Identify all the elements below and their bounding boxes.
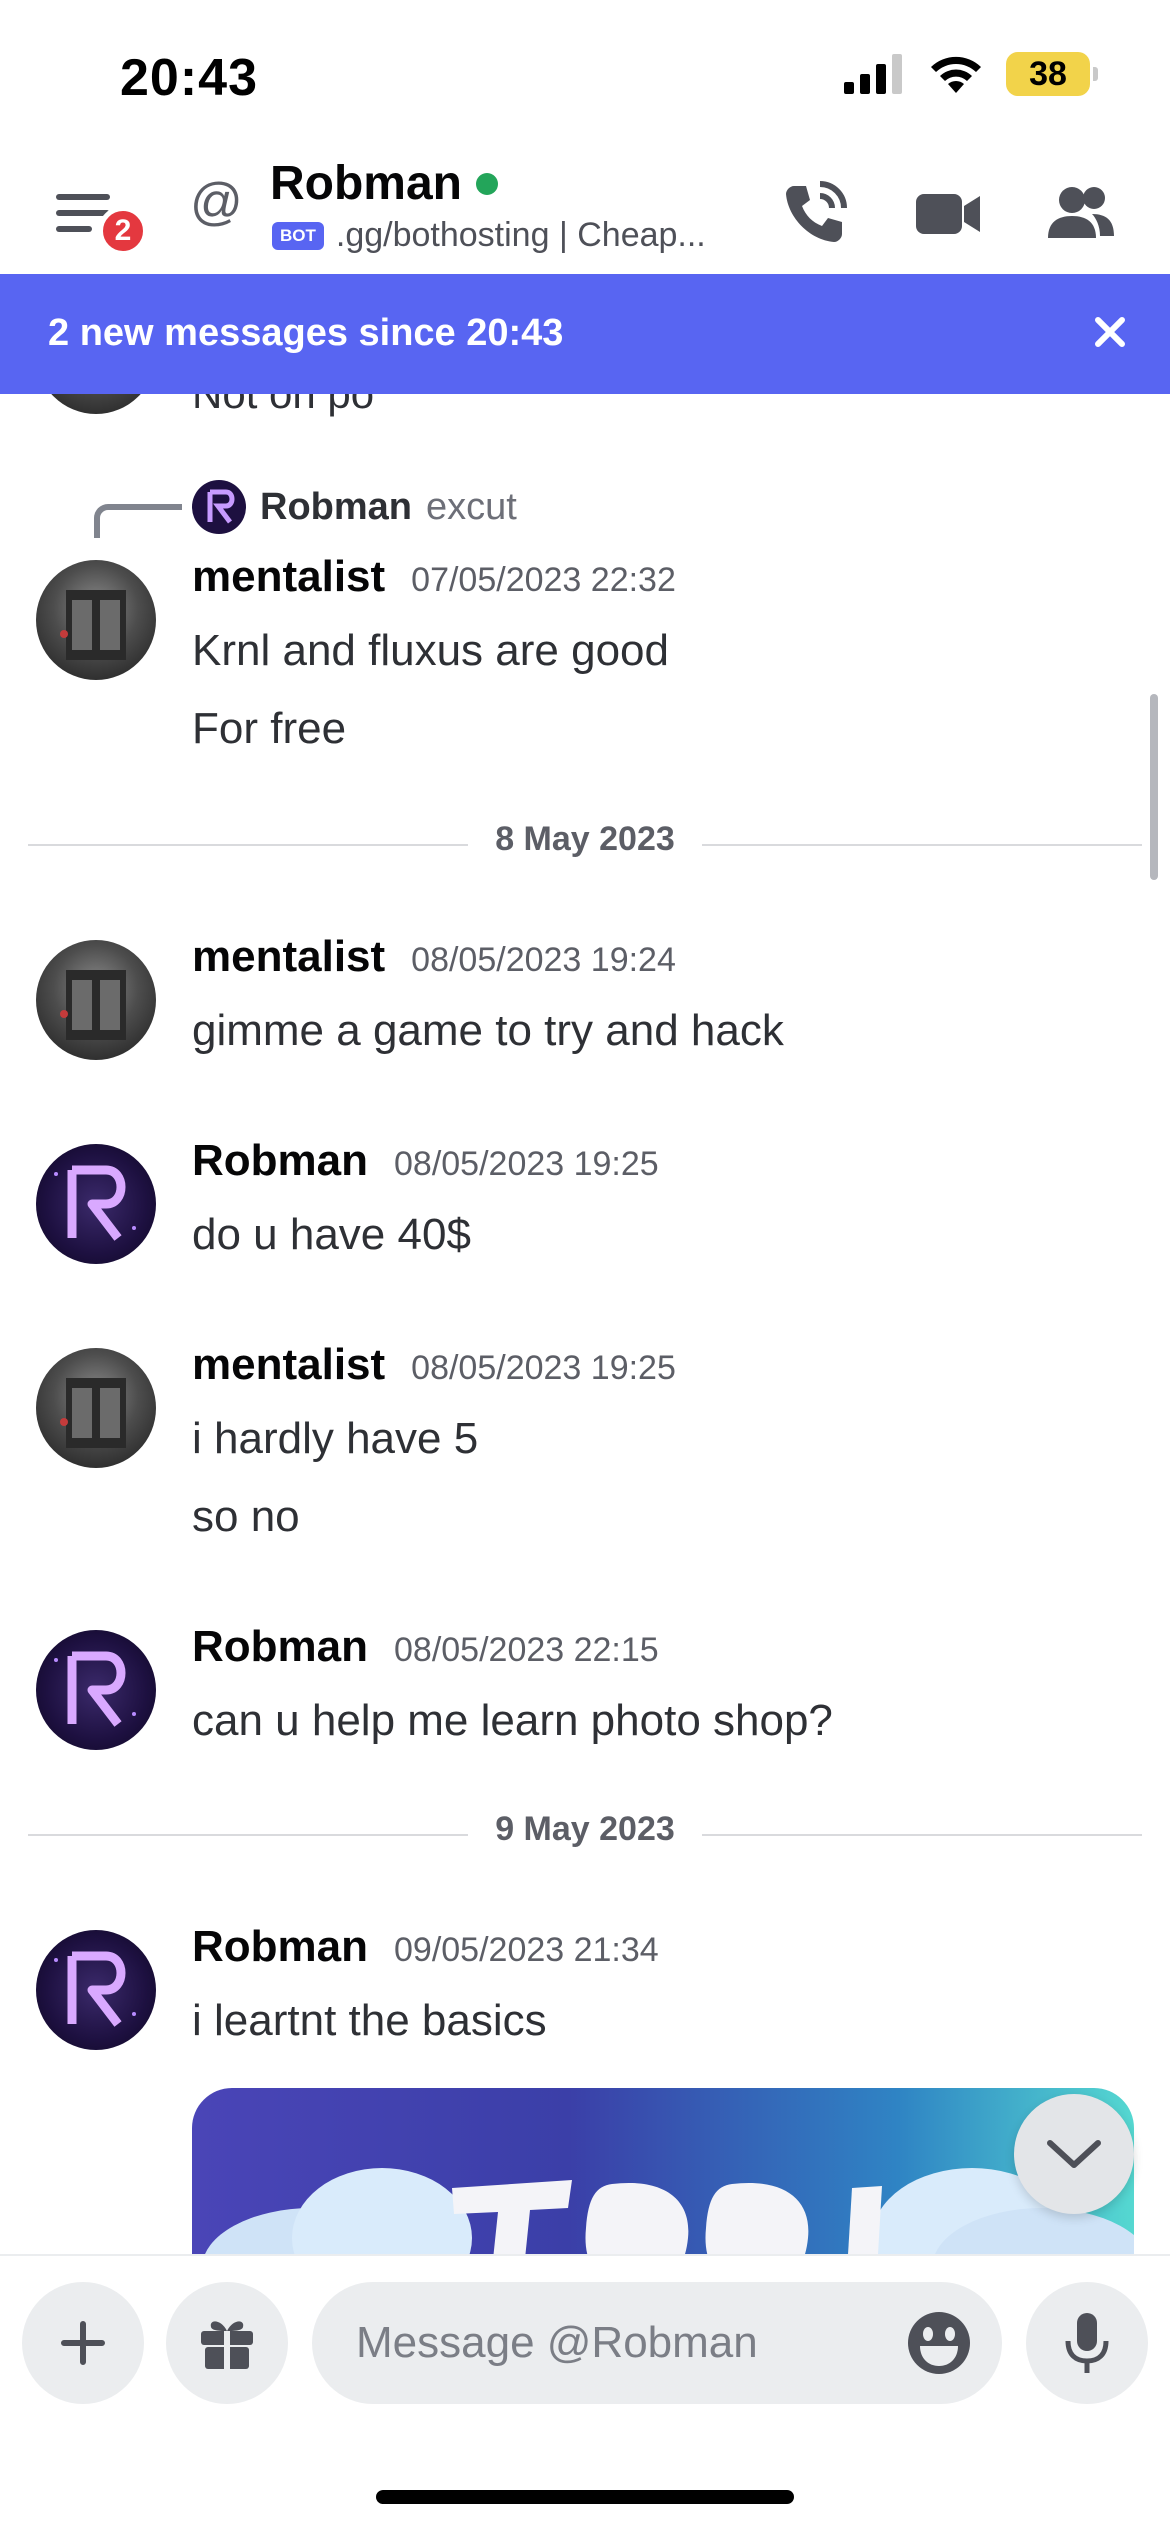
status-time: 20:43	[120, 49, 258, 107]
message-text: Not on po	[192, 394, 374, 418]
date-divider-label: 9 May 2023	[495, 1810, 675, 1848]
avatar[interactable]	[36, 1930, 156, 2050]
image-attachment[interactable]	[192, 2088, 1134, 2254]
avatar-image	[60, 1378, 126, 1448]
message-header: mentalist 07/05/2023 22:32	[192, 552, 676, 602]
message-input-container[interactable]	[312, 2282, 1002, 2404]
at-icon: @	[190, 173, 243, 231]
message-input[interactable]	[356, 2282, 876, 2404]
date-divider-label: 8 May 2023	[495, 820, 675, 858]
channel-title[interactable]: Robman	[270, 156, 498, 211]
home-indicator	[376, 2490, 794, 2504]
avatar[interactable]	[36, 560, 156, 680]
status-bar: 20:43 38	[0, 0, 1170, 150]
avatar-image	[54, 1951, 136, 2027]
message-text: so no	[192, 1492, 300, 1541]
divider-line	[702, 844, 1142, 846]
message-text: gimme a game to try and hack	[192, 1006, 784, 1055]
reply-author: Robman	[260, 485, 412, 528]
gift-button[interactable]	[166, 2282, 288, 2404]
message-timestamp: 07/05/2023 22:32	[411, 561, 676, 599]
message-author[interactable]: Robman	[192, 1136, 368, 1186]
channel-subtitle[interactable]: BOT .gg/bothosting | Cheap...	[272, 216, 706, 255]
message-timestamp: 08/05/2023 19:25	[394, 1145, 659, 1183]
phone-call-icon	[786, 181, 847, 242]
message-text: do u have 40$	[192, 1210, 471, 1259]
bot-tag: BOT	[272, 221, 324, 250]
dismiss-banner-button[interactable]	[1090, 312, 1130, 357]
avatar[interactable]	[36, 1144, 156, 1264]
message-author[interactable]: mentalist	[192, 552, 385, 602]
avatar-image	[60, 590, 126, 660]
avatar-image	[54, 1651, 136, 1727]
message-text: Krnl and fluxus are good	[192, 626, 669, 675]
close-icon	[1095, 317, 1125, 347]
date-divider: 9 May 2023	[28, 1810, 1142, 1860]
attachment-image	[205, 2168, 1134, 2254]
menu-button[interactable]: 2	[50, 180, 150, 260]
message-header: Robman 08/05/2023 22:15	[192, 1622, 659, 1672]
avatar-image	[54, 1165, 136, 1241]
message-list[interactable]: Not on po Robman excut mentalist 07/05/2…	[0, 394, 1170, 2254]
battery-indicator: 38	[1006, 52, 1098, 96]
avatar[interactable]	[36, 940, 156, 1060]
message-author[interactable]: mentalist	[192, 1340, 385, 1390]
members-icon	[1048, 187, 1114, 238]
status-text: .gg/bothosting | Cheap...	[335, 216, 706, 254]
reply-preview[interactable]: Robman excut	[192, 480, 517, 534]
divider-line	[702, 1834, 1142, 1836]
message-timestamp: 08/05/2023 22:15	[394, 1631, 659, 1669]
message-header: Robman 08/05/2023 19:25	[192, 1136, 659, 1186]
reply-connector	[94, 504, 182, 538]
gift-icon	[201, 2321, 253, 2369]
notification-badge: 2	[98, 206, 148, 256]
plus-icon	[61, 2321, 105, 2365]
message-timestamp: 08/05/2023 19:25	[411, 1349, 676, 1387]
message-header: Robman 09/05/2023 21:34	[192, 1922, 659, 1972]
smiley-icon	[908, 2312, 970, 2374]
message-timestamp: 08/05/2023 19:24	[411, 941, 676, 979]
new-messages-banner[interactable]: 2 new messages since 20:43	[0, 274, 1170, 394]
members-button[interactable]	[1046, 178, 1116, 253]
video-call-button[interactable]	[914, 178, 984, 253]
online-status-icon	[476, 172, 498, 195]
message-author[interactable]: mentalist	[192, 932, 385, 982]
chevron-down-icon	[1047, 2140, 1101, 2168]
avatar[interactable]	[36, 1630, 156, 1750]
message-header: mentalist 08/05/2023 19:24	[192, 932, 676, 982]
new-messages-text: 2 new messages since 20:43	[48, 312, 564, 354]
message-text: For free	[192, 704, 347, 753]
message-text: i hardly have 5	[192, 1414, 479, 1463]
emoji-button[interactable]	[906, 2310, 972, 2381]
message-text: can u help me learn photo shop?	[192, 1696, 833, 1745]
message-text: i leartnt the basics	[192, 1996, 547, 2045]
message-header: mentalist 08/05/2023 19:25	[192, 1340, 676, 1390]
avatar-image	[60, 970, 126, 1040]
message-author[interactable]: Robman	[192, 1922, 368, 1972]
message-author[interactable]: Robman	[192, 1622, 368, 1672]
channel-name: Robman	[270, 157, 462, 210]
date-divider: 8 May 2023	[28, 820, 1142, 870]
voice-call-button[interactable]	[780, 178, 850, 253]
wifi-icon	[931, 56, 981, 93]
cellular-signal-icon	[844, 54, 902, 94]
scrollbar[interactable]	[1150, 694, 1158, 880]
microphone-icon	[1065, 2313, 1109, 2373]
reply-text: excut	[426, 485, 517, 528]
message-timestamp: 09/05/2023 21:34	[394, 1931, 659, 1969]
status-icons: 38	[844, 52, 1098, 96]
video-camera-icon	[916, 194, 980, 234]
avatar	[192, 480, 246, 534]
channel-header: 2 @ Robman BOT .gg/bothosting | Cheap...	[0, 150, 1170, 274]
avatar[interactable]	[36, 1348, 156, 1468]
voice-message-button[interactable]	[1026, 2282, 1148, 2404]
avatar[interactable]	[36, 394, 156, 414]
add-attachment-button[interactable]	[22, 2282, 144, 2404]
jump-to-bottom-button[interactable]	[1014, 2094, 1134, 2214]
